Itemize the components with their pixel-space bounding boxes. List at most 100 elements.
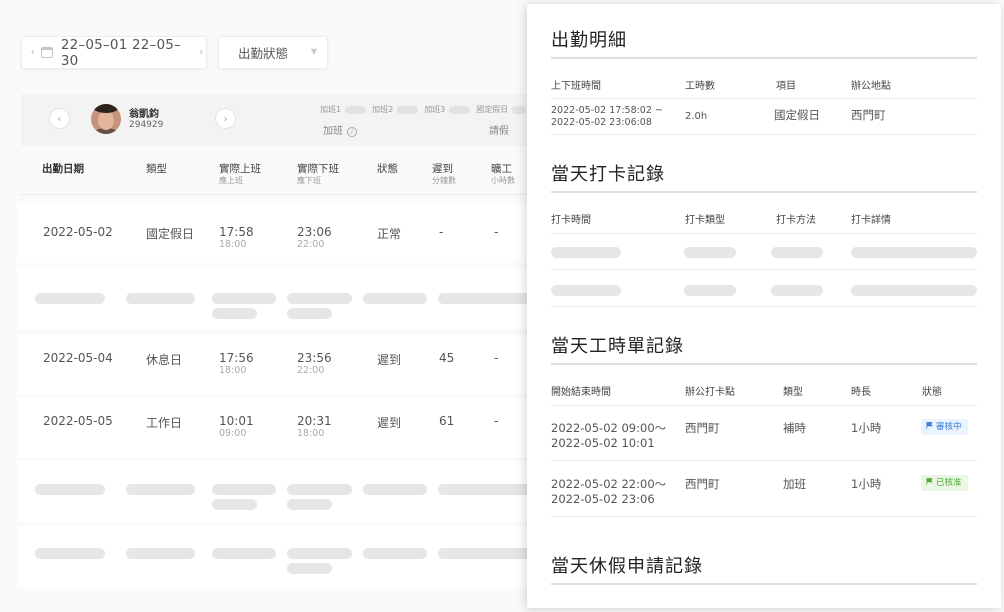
- timesheet-col-location: 辦公打卡點: [685, 387, 735, 398]
- row-absent: -: [494, 414, 499, 428]
- row-date: 2022-05-05: [43, 414, 113, 428]
- loading-cell: [771, 285, 823, 296]
- row-clock-in: 10:01 09:00: [219, 414, 254, 439]
- employee-name: 翁凱鈞: [129, 109, 159, 120]
- timesheet-type: 加班: [783, 477, 806, 491]
- row-divider: [551, 269, 977, 270]
- col-clock-out: 實際下班 應下班: [297, 163, 339, 185]
- ot2-label: 加班2: [372, 105, 394, 114]
- row-absent: -: [494, 351, 499, 365]
- prev-employee-button[interactable]: ‹: [49, 108, 70, 129]
- detail-col-location: 辦公地點: [851, 81, 891, 92]
- row-clock-out: 20:31 18:00: [297, 414, 332, 439]
- timesheet-col-status: 狀態: [922, 387, 942, 398]
- timesheet-col-time: 開始結束時間: [551, 387, 611, 398]
- timesheet-time-range: 2022-05-02 22:00～ 2022-05-02 23:06: [551, 477, 667, 506]
- holiday-label: 國定假日: [476, 105, 509, 114]
- detail-time-range: 2022-05-02 17:58:02 ~2022-05-02 23:06:08: [551, 105, 663, 128]
- flag-icon: [926, 478, 933, 485]
- row-divider: [551, 98, 977, 99]
- status-badge: 審核中: [921, 419, 968, 435]
- timesheet-duration: 1小時: [851, 421, 882, 435]
- row-divider: [551, 134, 977, 135]
- detail-section-title: 出勤明細: [551, 30, 627, 51]
- row-divider: [551, 460, 977, 461]
- row-status: 正常: [377, 227, 402, 241]
- row-clock-in: 17:58 18:00: [219, 225, 254, 250]
- punch-section-title: 當天打卡記錄: [551, 164, 665, 185]
- info-icon[interactable]: i: [347, 127, 357, 137]
- timesheet-col-type: 類型: [783, 387, 803, 398]
- loading-row: [17, 267, 537, 329]
- detail-item: 國定假日: [774, 108, 820, 122]
- loading-cell: [684, 285, 736, 296]
- next-range-icon[interactable]: ›: [197, 47, 206, 58]
- punch-col-time: 打卡時間: [551, 215, 591, 226]
- employee-summary-bar: ‹ 翁凱鈞 294929 › 加班1 加班2 加班3 國定假日 加班 i 請假: [21, 94, 541, 146]
- timesheet-duration: 1小時: [851, 477, 882, 491]
- row-date: 2022-05-02: [43, 225, 113, 239]
- row-late: 61: [439, 414, 455, 428]
- row-type: 國定假日: [146, 227, 195, 241]
- row-status: 遲到: [377, 416, 402, 430]
- punch-col-method: 打卡方法: [776, 215, 816, 226]
- avatar: [91, 104, 121, 134]
- overtime-summary: 加班1 加班2 加班3 國定假日: [320, 104, 528, 115]
- punch-col-detail: 打卡詳情: [851, 215, 891, 226]
- row-status: 遲到: [377, 353, 402, 367]
- row-divider: [551, 405, 977, 406]
- next-employee-button[interactable]: ›: [215, 108, 236, 129]
- table-row[interactable]: 2022-05-04 休息日 17:56 18:00 23:56 22:00 遲到 …: [17, 335, 537, 395]
- row-clock-in: 17:56 18:00: [219, 351, 254, 376]
- punch-col-type: 打卡類型: [685, 215, 725, 226]
- timesheet-type: 補時: [783, 421, 806, 435]
- col-late: 遲到 分鐘數: [432, 163, 456, 185]
- loading-cell: [851, 247, 977, 258]
- timesheet-section-title: 當天工時單記錄: [551, 336, 684, 357]
- status-badge: 已核准: [921, 475, 968, 491]
- table-row[interactable]: 2022-05-02 國定假日 17:58 18:00 23:06 22:00 正常…: [17, 203, 537, 263]
- detail-col-hours: 工時數: [685, 81, 715, 92]
- loading-cell: [771, 247, 823, 258]
- prev-range-icon[interactable]: ‹: [28, 47, 37, 58]
- col-status: 狀態: [377, 163, 398, 175]
- ot1-label: 加班1: [320, 105, 342, 114]
- col-date: 出勤日期: [42, 163, 84, 175]
- col-clock-in: 實際上班 應上班: [219, 163, 261, 185]
- calendar-icon: [41, 47, 53, 58]
- attendance-detail-panel: 出勤明細 上下班時間 工時數 項目 辦公地點 2022-05-02 17:58:…: [527, 4, 1001, 608]
- row-divider: [551, 306, 977, 307]
- detail-location: 西門町: [851, 108, 886, 122]
- section-divider: [551, 191, 977, 193]
- overtime-title: 加班 i: [323, 122, 357, 137]
- status-select-label: 出勤狀態: [238, 46, 289, 61]
- loading-row: [17, 526, 537, 588]
- detail-hours: 2.0h: [685, 111, 708, 122]
- row-date: 2022-05-04: [43, 351, 113, 365]
- employee-id: 294929: [129, 120, 164, 130]
- table-row[interactable]: 2022-05-05 工作日 10:01 09:00 20:31 18:00 遲到 …: [17, 398, 537, 458]
- row-clock-out: 23:56 22:00: [297, 351, 332, 376]
- timesheet-location: 西門町: [685, 477, 720, 491]
- date-range-filter[interactable]: ‹ 22–05–01 22–05–30 ›: [21, 36, 207, 69]
- row-divider: [551, 233, 977, 234]
- row-divider: [551, 516, 977, 517]
- attendance-status-select[interactable]: 出勤狀態 ▼: [218, 36, 328, 69]
- row-late: 45: [439, 351, 455, 365]
- col-type: 類型: [146, 163, 167, 175]
- row-late: -: [439, 225, 444, 239]
- loading-cell: [551, 247, 621, 258]
- leave-section-title: 當天休假申請記錄: [551, 556, 703, 577]
- chevron-down-icon: ▼: [310, 47, 317, 56]
- loading-row: [17, 460, 537, 522]
- loading-cell: [684, 247, 736, 258]
- detail-col-time: 上下班時間: [551, 81, 601, 92]
- date-range-text: 22–05–01 22–05–30: [60, 36, 182, 69]
- row-type: 休息日: [146, 353, 183, 367]
- row-clock-out: 23:06 22:00: [297, 225, 332, 250]
- ot3-label: 加班3: [424, 105, 446, 114]
- section-divider: [551, 363, 977, 365]
- header-divider: [21, 194, 541, 195]
- row-type: 工作日: [146, 416, 183, 430]
- row-absent: -: [494, 225, 499, 239]
